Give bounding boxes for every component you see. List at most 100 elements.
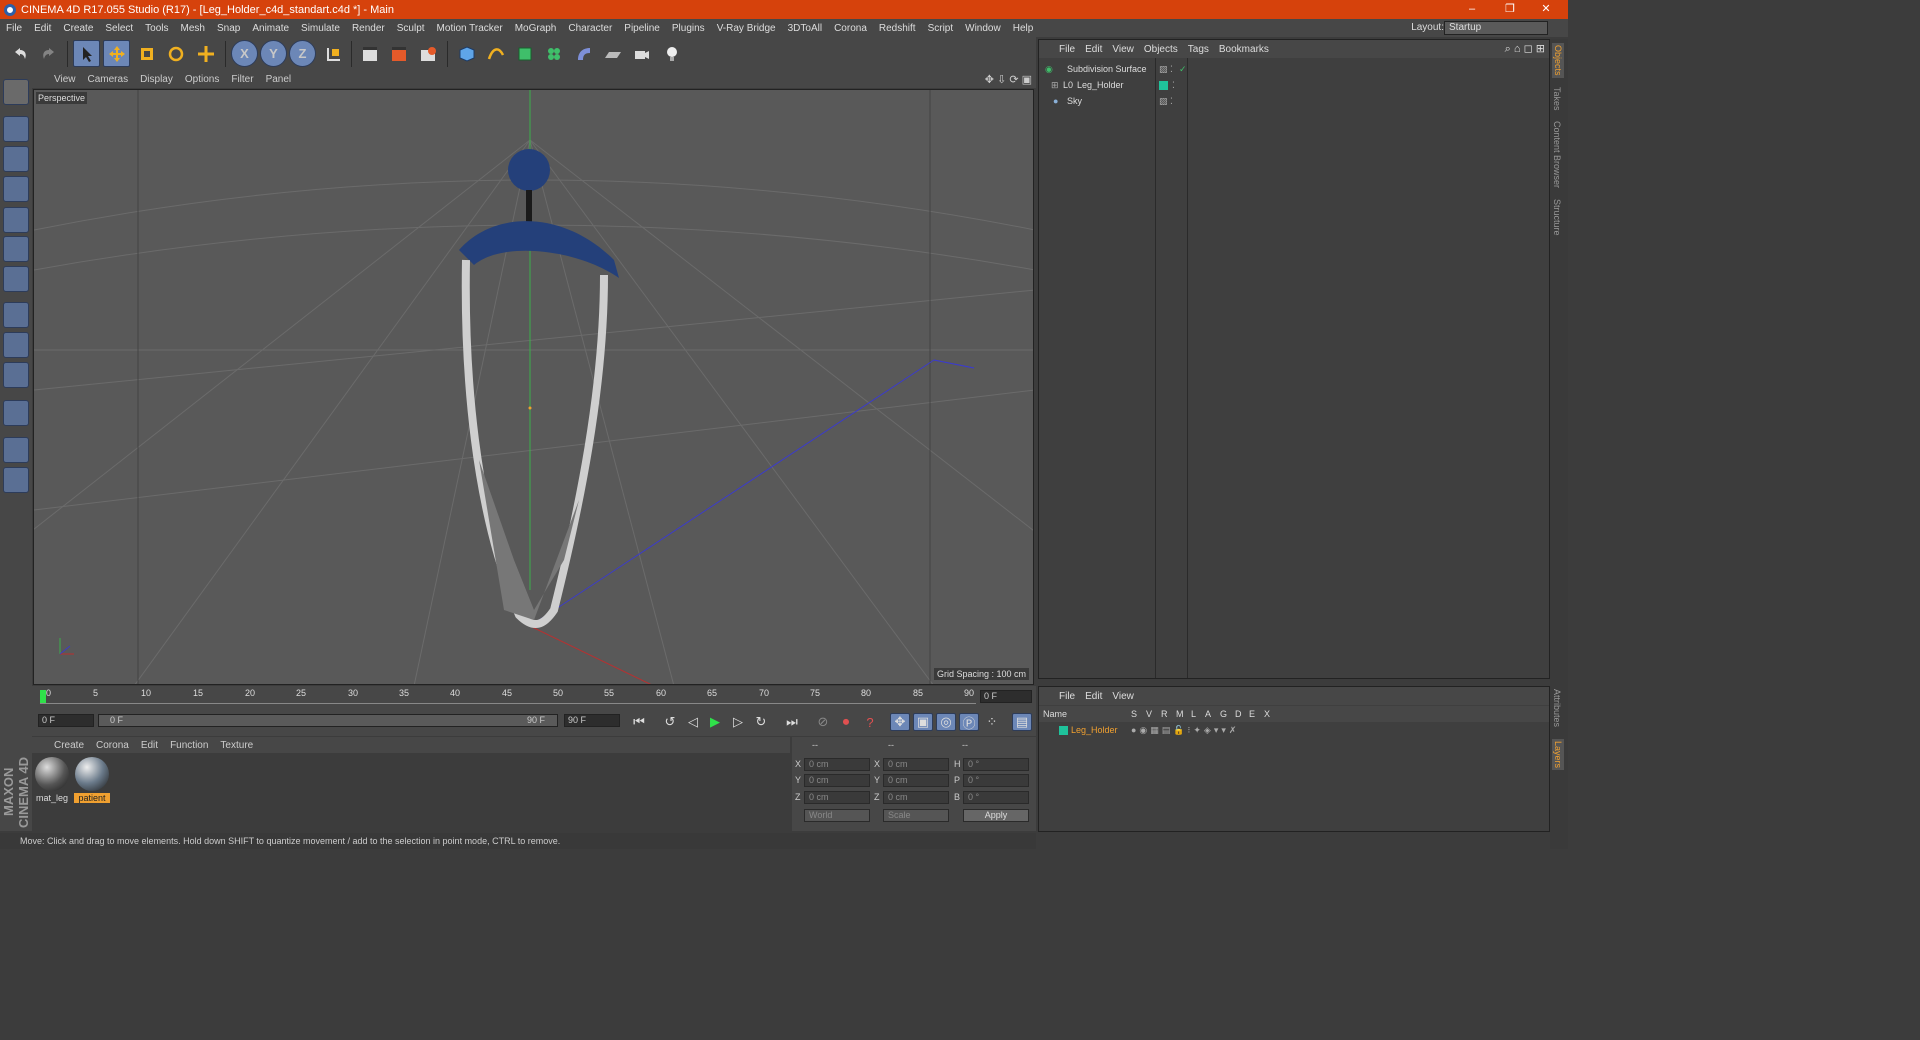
model-mode-icon[interactable] (3, 116, 29, 142)
floor-environment-icon[interactable] (599, 40, 626, 67)
layer-toggle-icons[interactable]: ●◉▦▤🔓⁝✦◈▾▾✗ (1131, 722, 1239, 738)
object-manager-nav-icons[interactable]: ⌕ ⌂ ◻ ⊞ (1505, 42, 1545, 56)
menu-vray-bridge[interactable]: V-Ray Bridge (711, 23, 782, 34)
viewport-menu-cameras[interactable]: Cameras (88, 74, 129, 85)
menu-mesh[interactable]: Mesh (175, 23, 211, 34)
layer-color-swatch[interactable] (1059, 726, 1068, 735)
camera-icon[interactable] (628, 40, 655, 67)
layout-select[interactable]: Startup (1444, 21, 1548, 35)
layer-menu-edit[interactable]: Edit (1085, 691, 1102, 702)
menu-3dtoall[interactable]: 3DToAll (782, 23, 828, 34)
perspective-viewport[interactable]: Perspective Grid Spacing : 100 cm (33, 89, 1034, 685)
workplane-lock-icon[interactable] (3, 437, 29, 463)
menu-help[interactable]: Help (1007, 23, 1040, 34)
step-back-icon[interactable]: ◁ (683, 713, 703, 731)
menu-create[interactable]: Create (57, 23, 99, 34)
tab-objects[interactable]: Objects (1552, 43, 1564, 78)
material-menu-edit[interactable]: Edit (141, 740, 158, 751)
menu-animate[interactable]: Animate (246, 23, 295, 34)
coordinate-space-select[interactable]: World (804, 809, 870, 822)
size-z-field[interactable]: 0 cm (883, 791, 949, 804)
object-menu-edit[interactable]: Edit (1085, 44, 1102, 55)
edges-mode-icon[interactable] (3, 236, 29, 262)
move-tool-icon[interactable] (103, 40, 130, 67)
menu-plugins[interactable]: Plugins (666, 23, 711, 34)
position-x-field[interactable]: 0 cm (804, 758, 870, 771)
layer-col-deformers[interactable]: D (1235, 706, 1242, 722)
tab-attributes[interactable]: Attributes (1552, 689, 1562, 727)
visibility-dots-icon[interactable]: ▨ ⁚ (1159, 93, 1173, 109)
minimize-button[interactable]: – (1454, 0, 1490, 19)
timeline-scale[interactable]: 0 5 10 15 20 25 30 35 40 45 50 55 60 65 … (40, 688, 976, 704)
cube-primitive-icon[interactable] (453, 40, 480, 67)
menu-redshift[interactable]: Redshift (873, 23, 922, 34)
workplane-mode-icon[interactable] (3, 176, 29, 202)
previous-key-icon[interactable]: ↺ (660, 713, 680, 731)
current-frame-field[interactable]: 0 F (980, 690, 1032, 703)
magnet-icon[interactable] (3, 400, 29, 426)
planar-workplane-icon[interactable] (3, 467, 29, 493)
layer-color-swatch[interactable] (1159, 81, 1168, 90)
visibility-dots-icon[interactable]: ⁚ (1172, 77, 1175, 93)
cloner-icon[interactable] (540, 40, 567, 67)
menu-character[interactable]: Character (562, 23, 618, 34)
timeline-ruler[interactable]: 0 5 10 15 20 25 30 35 40 45 50 55 60 65 … (32, 686, 1036, 708)
position-y-field[interactable]: 0 cm (804, 774, 870, 787)
material-swatch[interactable]: mat_leg (34, 757, 70, 807)
object-menu-objects[interactable]: Objects (1144, 44, 1178, 55)
object-row[interactable]: ◉ Subdivision Surface ▨ ⁚ ✓ (1039, 61, 1549, 77)
object-menu-tags[interactable]: Tags (1188, 44, 1209, 55)
viewport-menu-display[interactable]: Display (140, 74, 173, 85)
layer-col-generators[interactable]: G (1220, 706, 1227, 722)
tab-structure[interactable]: Structure (1552, 199, 1562, 236)
object-menu-view[interactable]: View (1112, 44, 1134, 55)
layer-col-visible[interactable]: V (1146, 706, 1152, 722)
rotation-h-field[interactable]: 0 ° (963, 758, 1029, 771)
layer-col-locked[interactable]: L (1191, 706, 1196, 722)
layer-col-solo[interactable]: S (1131, 706, 1137, 722)
next-key-icon[interactable]: ↻ (751, 713, 771, 731)
viewport-menu-filter[interactable]: Filter (231, 74, 253, 85)
rotation-b-field[interactable]: 0 ° (963, 791, 1029, 804)
viewport-menu-view[interactable]: View (54, 74, 76, 85)
menu-select[interactable]: Select (99, 23, 139, 34)
menu-render[interactable]: Render (346, 23, 391, 34)
autokey-icon[interactable]: ⏺ (836, 713, 856, 731)
tab-takes[interactable]: Takes (1552, 87, 1562, 111)
select-arrow-icon[interactable] (73, 40, 100, 67)
scale-tool-icon[interactable] (133, 40, 160, 67)
frame-range-slider[interactable]: 0 F 90 F (98, 714, 558, 727)
layer-menu-view[interactable]: View (1112, 691, 1134, 702)
undo-icon[interactable] (6, 40, 33, 67)
menu-snap[interactable]: Snap (211, 23, 246, 34)
object-menu-file[interactable]: File (1059, 44, 1075, 55)
render-picture-viewer-icon[interactable] (385, 40, 412, 67)
axis-mode-icon[interactable] (3, 302, 29, 328)
last-tool-icon[interactable] (192, 40, 219, 67)
subdivision-surface-icon[interactable] (511, 40, 538, 67)
expand-icon[interactable]: ⊞ (1051, 77, 1059, 93)
go-to-start-icon[interactable]: ⏮ (629, 713, 649, 731)
step-forward-icon[interactable]: ▷ (728, 713, 748, 731)
viewport-nav-icons[interactable]: ✥ ⇩ ⟳ ▣ (985, 73, 1032, 86)
enabled-check-icon[interactable]: ✓ (1179, 61, 1187, 77)
redo-icon[interactable] (35, 40, 62, 67)
menu-corona[interactable]: Corona (828, 23, 873, 34)
axis-x-lock-button[interactable]: X (231, 40, 258, 67)
light-icon[interactable] (658, 40, 685, 67)
deformer-icon[interactable] (570, 40, 597, 67)
menu-pipeline[interactable]: Pipeline (618, 23, 666, 34)
menu-script[interactable]: Script (922, 23, 960, 34)
material-menu-function[interactable]: Function (170, 740, 208, 751)
menu-window[interactable]: Window (959, 23, 1007, 34)
key-parameter-icon[interactable]: Ⓟ (959, 713, 979, 731)
apply-button[interactable]: Apply (963, 809, 1029, 822)
visibility-dots-icon[interactable]: ▨ ⁚ (1159, 61, 1173, 77)
tab-layers[interactable]: Layers (1552, 739, 1564, 771)
menu-mograph[interactable]: MoGraph (509, 23, 563, 34)
position-z-field[interactable]: 0 cm (804, 791, 870, 804)
make-editable-icon[interactable] (3, 79, 29, 105)
polygons-mode-icon[interactable] (3, 266, 29, 292)
points-mode-icon[interactable] (3, 207, 29, 233)
tweak-mode-icon[interactable] (3, 332, 29, 358)
